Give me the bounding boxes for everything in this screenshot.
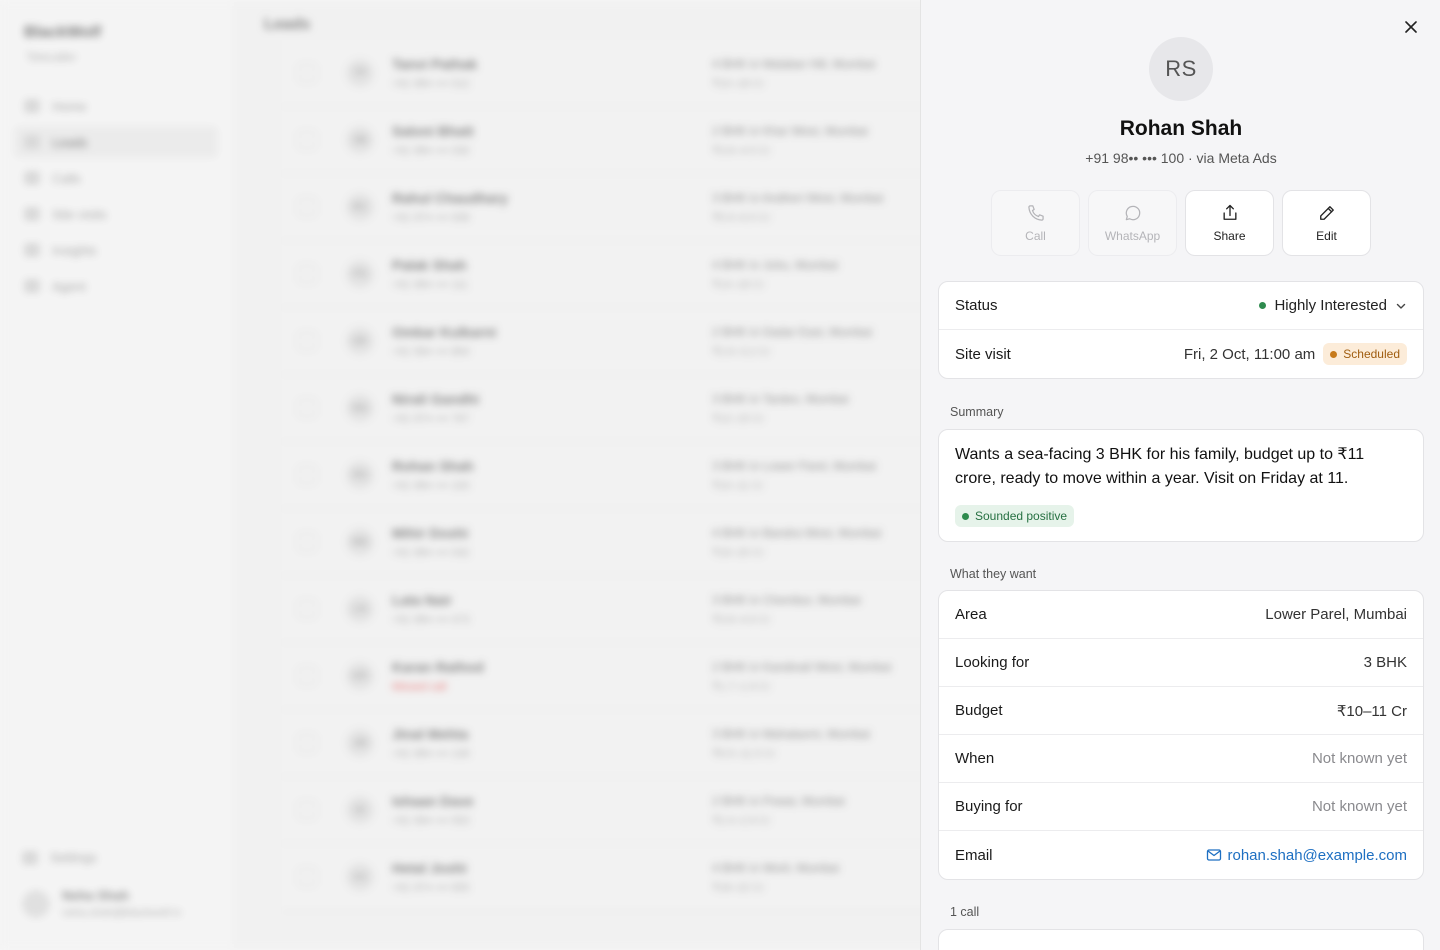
summary-card: Wants a sea-facing 3 BHK for his family,…: [938, 429, 1424, 542]
area-row: Area Lower Parel, Mumbai: [939, 591, 1423, 639]
site-visit-label: Site visit: [955, 345, 1011, 363]
status-dot: [1259, 302, 1267, 309]
calls-card: [938, 929, 1424, 950]
summary-section-label: Summary: [950, 405, 1004, 419]
edit-label: Edit: [1316, 229, 1337, 243]
email-link[interactable]: rohan.shah@example.com: [1206, 846, 1408, 864]
lead-name: Rohan Shah: [1119, 117, 1243, 140]
close-icon: [1405, 21, 1417, 33]
looking-for-row: Looking for 3 BHK: [939, 639, 1423, 687]
share-button[interactable]: Share: [1185, 190, 1274, 256]
close-button[interactable]: [1400, 16, 1422, 38]
when-value: Not known yet: [1311, 750, 1407, 767]
status-dropdown[interactable]: Highly Interested: [1259, 297, 1407, 314]
status-row: Status Highly Interested: [939, 282, 1423, 330]
email-label: Email: [955, 846, 993, 864]
pencil-icon: [1319, 206, 1334, 220]
sentiment-dot: [962, 512, 969, 520]
buying-for-value: Not known yet: [1311, 798, 1407, 815]
share-label: Share: [1213, 229, 1246, 243]
scheduled-dot: [1330, 350, 1338, 358]
scheduled-label: Scheduled: [1343, 347, 1400, 361]
when-row: When Not known yet: [939, 735, 1423, 783]
budget-value: ₹10–11 Cr: [1336, 702, 1407, 720]
chat-bubble-icon: [1125, 205, 1140, 221]
call-label: Call: [1025, 229, 1046, 243]
looking-for-value: 3 BHK: [1363, 654, 1407, 671]
calls-section-label: 1 call: [950, 905, 980, 919]
call-button[interactable]: Call: [991, 190, 1080, 256]
site-visit-row[interactable]: Site visit Fri, 2 Oct, 11:00 am Schedule…: [939, 330, 1423, 378]
phone-icon: [1027, 205, 1044, 221]
share-icon: [1223, 204, 1236, 220]
wants-card: Area Lower Parel, Mumbai Looking for 3 B…: [938, 590, 1424, 880]
budget-label: Budget: [955, 702, 1003, 719]
email-value: rohan.shah@example.com: [1227, 846, 1408, 864]
whatsapp-button[interactable]: WhatsApp: [1088, 190, 1177, 256]
wants-section-label: What they want: [950, 567, 1037, 581]
whatsapp-label: WhatsApp: [1104, 229, 1161, 243]
looking-for-label: Looking for: [955, 654, 1030, 671]
status-badge: Scheduled: [1323, 343, 1407, 365]
site-visit-datetime: Fri, 2 Oct, 11:00 am: [1183, 345, 1316, 363]
sentiment-label: Sounded positive: [975, 509, 1068, 523]
status-card: Status Highly Interested Site visit Fri,…: [938, 281, 1424, 379]
status-label: Status: [955, 297, 998, 314]
edit-button[interactable]: Edit: [1282, 190, 1371, 256]
when-label: When: [955, 750, 995, 767]
area-label: Area: [955, 606, 987, 623]
budget-row: Budget ₹10–11 Cr: [939, 687, 1423, 735]
lead-subtitle: +91 98•• ••• 100 · via Meta Ads: [1085, 150, 1277, 166]
status-value: Highly Interested: [1274, 297, 1387, 314]
buying-for-row: Buying for Not known yet: [939, 783, 1423, 831]
site-visit-value-group: Fri, 2 Oct, 11:00 am Scheduled: [1184, 343, 1407, 365]
buying-for-label: Buying for: [955, 798, 1023, 815]
chevron-down-icon: [1396, 303, 1406, 309]
lead-detail-drawer: RS Rohan Shah +91 98•• ••• 100 · via Met…: [920, 0, 1440, 950]
avatar: RS: [1149, 37, 1213, 101]
sentiment-badge: Sounded positive: [955, 505, 1075, 527]
email-row: Email rohan.shah@example.com: [939, 831, 1423, 879]
summary-text: Wants a sea-facing 3 BHK for his family,…: [955, 446, 1365, 487]
mail-icon: [1206, 849, 1221, 861]
action-bar: Call WhatsApp Share Edit: [991, 190, 1371, 256]
area-value: Lower Parel, Mumbai: [1265, 606, 1407, 623]
